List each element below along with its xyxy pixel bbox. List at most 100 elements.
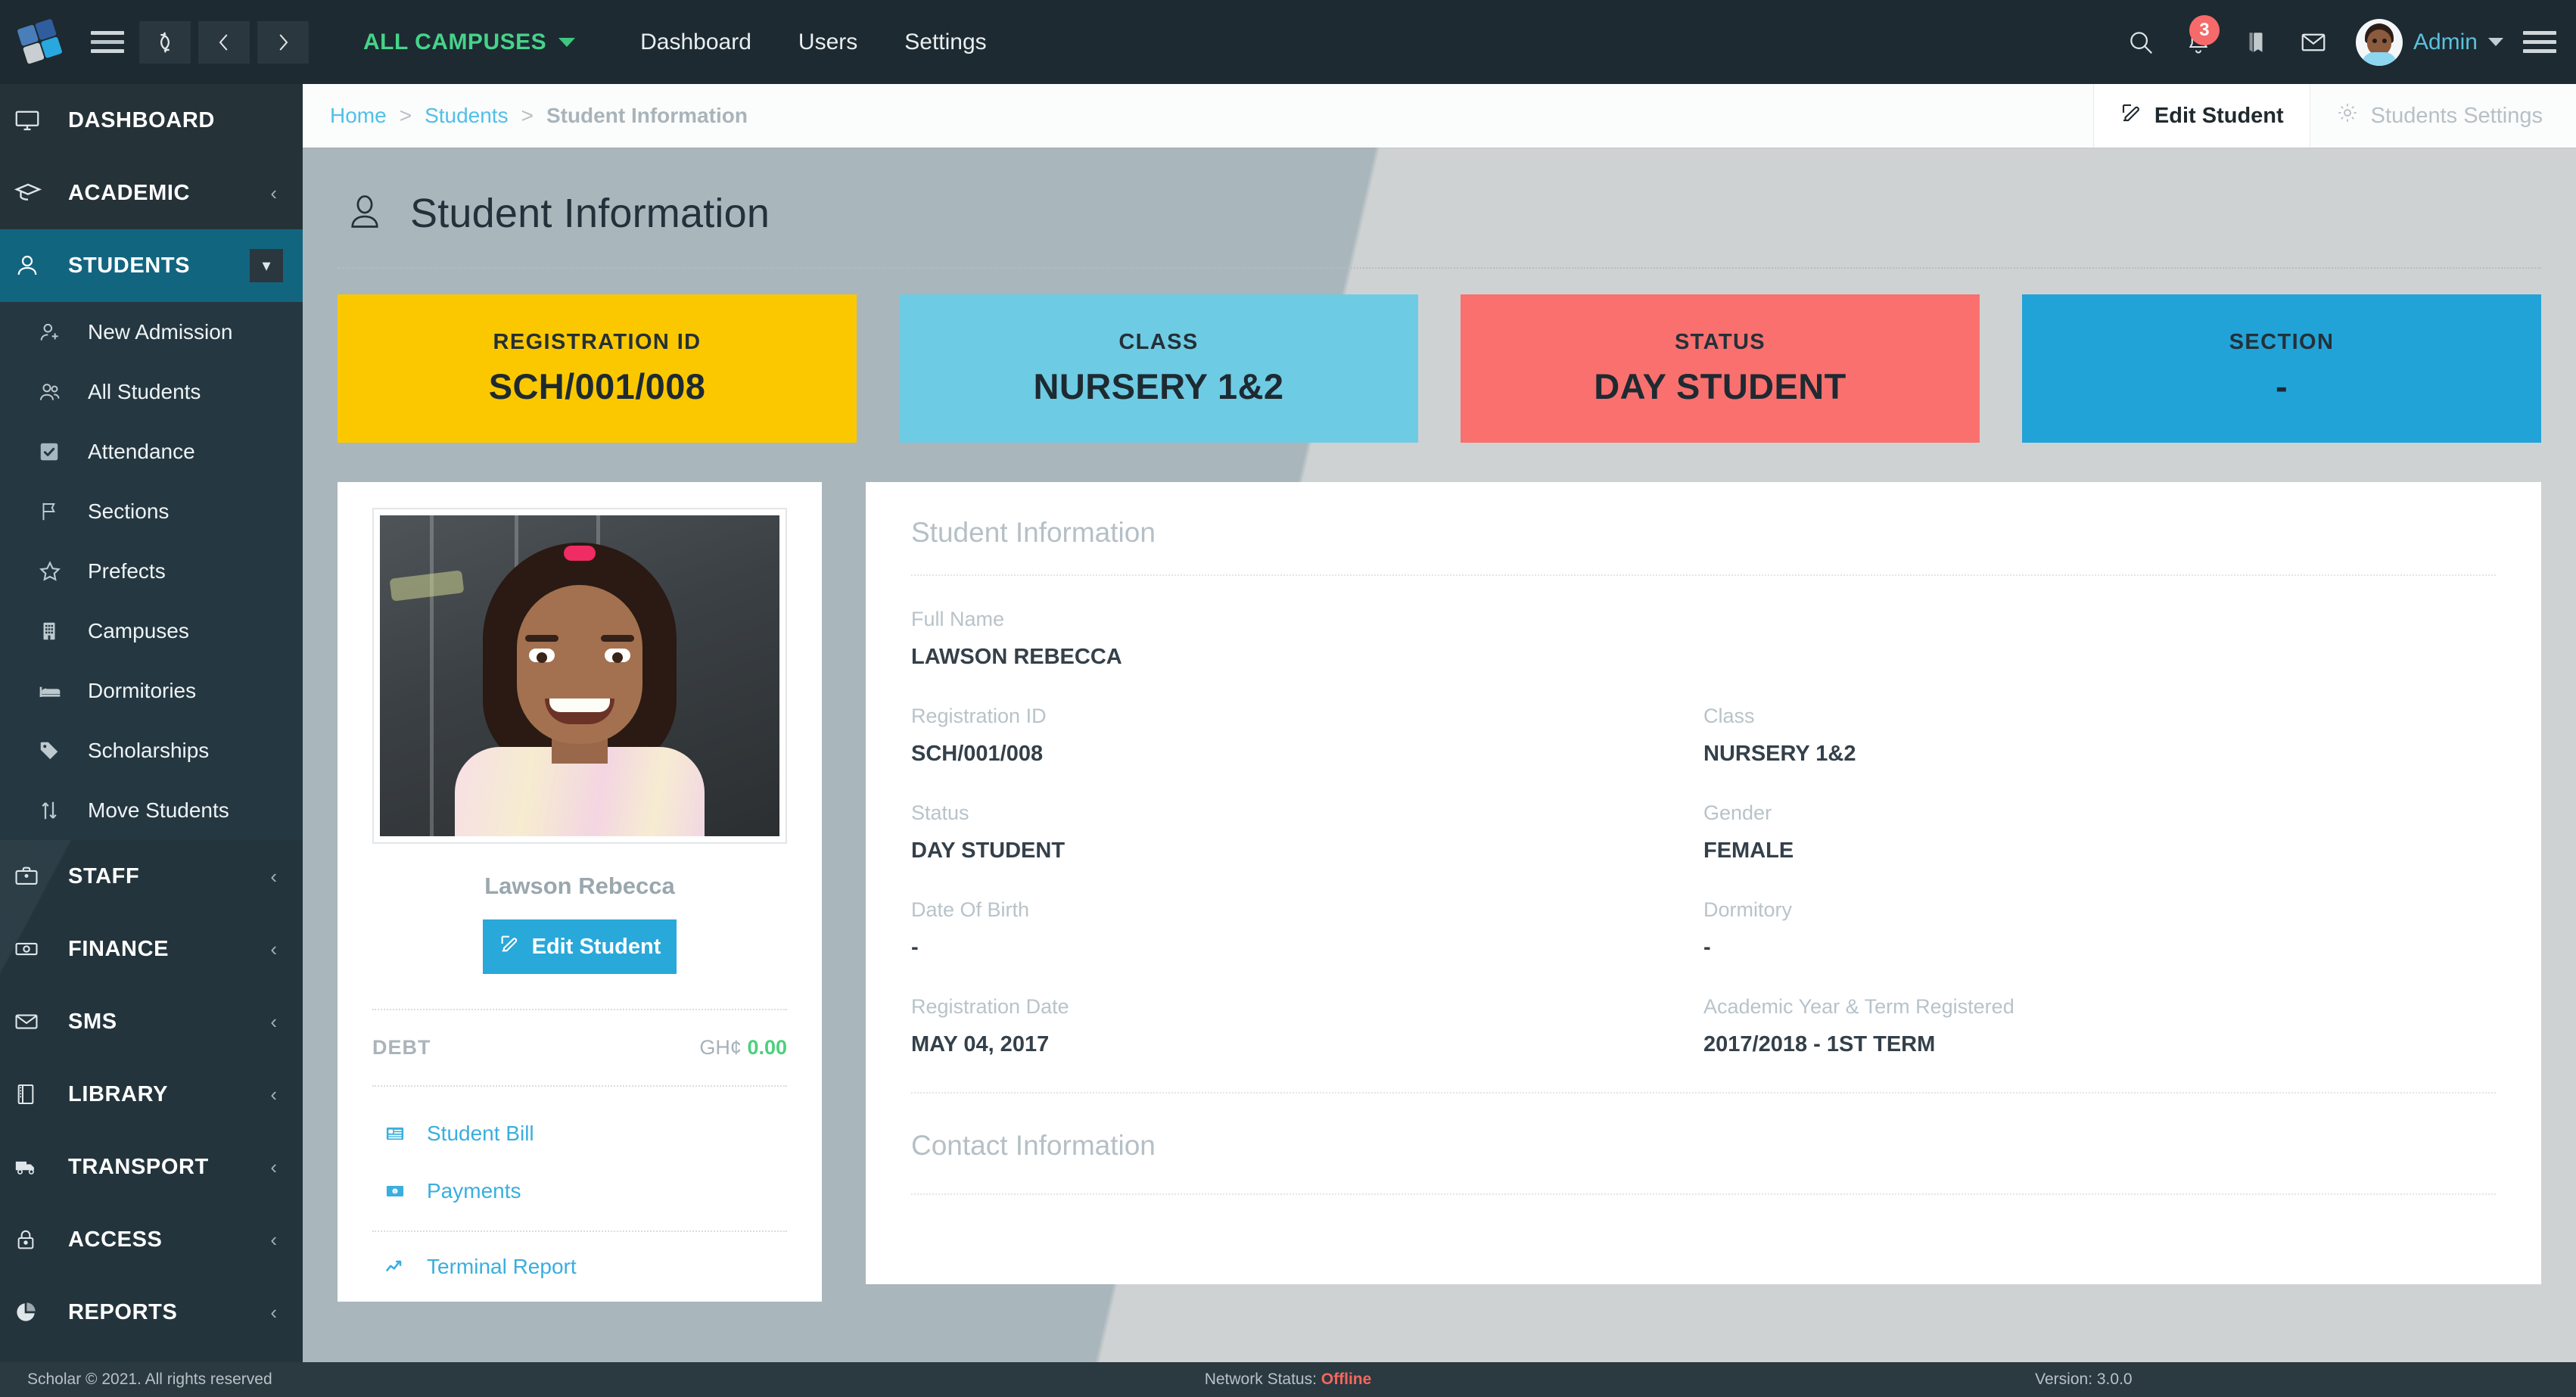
- link-label: Payments: [427, 1179, 521, 1203]
- content-scroll-area[interactable]: Student Information REGISTRATION ID SCH/…: [303, 148, 2576, 1362]
- stat-cards: REGISTRATION ID SCH/001/008 CLASS NURSER…: [338, 294, 2541, 482]
- avatar[interactable]: [2355, 18, 2403, 66]
- field-label: Academic Year & Term Registered: [1703, 995, 2014, 1018]
- hamburger-icon[interactable]: [2523, 31, 2556, 53]
- edit-student-label: Edit Student: [531, 934, 661, 959]
- divider: [911, 574, 2496, 576]
- breadcrumb-current: Student Information: [546, 104, 748, 127]
- breadcrumb: Home > Students > Student Information: [303, 104, 748, 128]
- bell-icon[interactable]: 3: [2170, 0, 2227, 84]
- sidebar-item-finance[interactable]: FINANCE ‹: [0, 913, 303, 985]
- money-icon: 1: [384, 1181, 406, 1202]
- sidebar-students-submenu: New Admission All Students Attendance Se…: [0, 302, 303, 840]
- refresh-icon[interactable]: [139, 20, 191, 64]
- edit-student-button[interactable]: Edit Student: [2092, 84, 2310, 148]
- sidebar-item-label: New Admission: [88, 319, 233, 344]
- svg-text:1: 1: [394, 1190, 396, 1195]
- sidebar-item-reports[interactable]: REPORTS ‹: [0, 1276, 303, 1349]
- mail-icon[interactable]: [2285, 0, 2342, 84]
- divider: [911, 1193, 2496, 1195]
- admin-menu-label[interactable]: Admin: [2413, 30, 2478, 55]
- link-payments[interactable]: 1 Payments: [372, 1168, 787, 1226]
- field-value: -: [1703, 935, 1711, 960]
- sidebar-item-label: STAFF: [68, 863, 140, 888]
- sidebar-item-dashboard[interactable]: DASHBOARD: [0, 84, 303, 157]
- flag-icon: [38, 500, 88, 523]
- footer-network-label: Network Status:: [1204, 1371, 1317, 1388]
- field-value: LAWSON REBECCA: [911, 645, 1122, 669]
- chart-line-icon: [384, 1256, 406, 1277]
- footer-network-status: Network Status: Offline: [1205, 1371, 1372, 1389]
- link-terminal-report[interactable]: Terminal Report: [372, 1232, 787, 1302]
- student-name: Lawson Rebecca: [484, 873, 675, 899]
- field-label: Class: [1703, 705, 1755, 727]
- top-navigation-bar: ALL CAMPUSES Dashboard Users Settings 3: [0, 0, 2576, 84]
- sidebar-item-scholarships[interactable]: Scholarships: [0, 720, 303, 780]
- user-icon: [14, 252, 68, 279]
- check-square-icon: [38, 440, 88, 463]
- breadcrumb-students[interactable]: Students: [425, 104, 509, 128]
- sidebar-item-all-students[interactable]: All Students: [0, 362, 303, 422]
- star-icon: [38, 559, 88, 583]
- field-status: Status DAY STUDENT: [911, 801, 1703, 898]
- sidebar-item-academic[interactable]: ACADEMIC ‹: [0, 157, 303, 229]
- students-settings-button[interactable]: Students Settings: [2310, 84, 2576, 148]
- edit-student-button[interactable]: Edit Student: [483, 919, 677, 974]
- stat-card-label: CLASS: [1118, 330, 1199, 354]
- book-icon[interactable]: [2227, 0, 2285, 84]
- sidebar-item-sms[interactable]: SMS ‹: [0, 985, 303, 1058]
- debt-currency: GH¢: [699, 1036, 742, 1059]
- top-nav-users[interactable]: Users: [798, 30, 857, 55]
- sidebar-item-access[interactable]: ACCESS ‹: [0, 1203, 303, 1276]
- sidebar-item-students[interactable]: STUDENTS ▾: [0, 229, 303, 302]
- chevron-down-icon[interactable]: [2488, 38, 2503, 46]
- notification-badge: 3: [2189, 15, 2220, 45]
- sidebar: DASHBOARD ACADEMIC ‹ STUDENTS ▾ New Admi…: [0, 84, 303, 1362]
- main-content: Home > Students > Student Information Ed…: [303, 84, 2576, 1362]
- sidebar-item-label: LIBRARY: [68, 1081, 169, 1106]
- field-label: Date Of Birth: [911, 898, 1030, 921]
- edit-student-label: Edit Student: [2154, 103, 2284, 128]
- hamburger-icon[interactable]: [83, 31, 132, 53]
- sidebar-item-campuses[interactable]: Campuses: [0, 601, 303, 661]
- app-logo[interactable]: [0, 17, 83, 64]
- stat-card-value: NURSERY 1&2: [1033, 366, 1284, 406]
- stat-card-section: SECTION -: [2022, 294, 2541, 443]
- arrows-updown-icon: [38, 799, 88, 822]
- breadcrumb-home[interactable]: Home: [330, 104, 387, 128]
- breadcrumb-separator: >: [521, 104, 534, 127]
- sidebar-item-label: ACADEMIC: [68, 180, 191, 205]
- sidebar-item-dormitories[interactable]: Dormitories: [0, 661, 303, 720]
- chevron-left-icon[interactable]: [198, 20, 250, 64]
- top-nav-settings[interactable]: Settings: [904, 30, 986, 55]
- gear-icon: [2336, 101, 2359, 130]
- chevron-left-icon: ‹: [270, 181, 277, 204]
- search-icon[interactable]: [2112, 0, 2170, 84]
- chevron-left-icon: ‹: [270, 1010, 277, 1033]
- field-label: Registration Date: [911, 995, 1069, 1018]
- monitor-icon: [14, 107, 68, 134]
- sidebar-item-attendance[interactable]: Attendance: [0, 422, 303, 481]
- sidebar-item-label: Prefects: [88, 558, 166, 583]
- sidebar-item-label: TRANSPORT: [68, 1154, 209, 1179]
- field-registration-date: Registration Date MAY 04, 2017: [911, 995, 1703, 1092]
- chevron-down-icon[interactable]: ▾: [250, 249, 283, 282]
- top-nav-dashboard[interactable]: Dashboard: [640, 30, 751, 55]
- sidebar-item-sections[interactable]: Sections: [0, 481, 303, 541]
- chevron-left-icon: ‹: [270, 1082, 277, 1106]
- top-nav-links: Dashboard Users Settings: [640, 30, 987, 55]
- sidebar-item-new-admission[interactable]: New Admission: [0, 302, 303, 362]
- sidebar-item-library[interactable]: LIBRARY ‹: [0, 1058, 303, 1131]
- sidebar-item-move-students[interactable]: Move Students: [0, 780, 303, 840]
- chevron-right-icon[interactable]: [257, 20, 309, 64]
- field-value: -: [911, 935, 919, 960]
- campus-selector[interactable]: ALL CAMPUSES: [363, 29, 576, 55]
- sidebar-item-prefects[interactable]: Prefects: [0, 541, 303, 601]
- building-icon: [38, 620, 88, 642]
- sidebar-item-label: DASHBOARD: [68, 107, 215, 132]
- stat-card-status: STATUS DAY STUDENT: [1461, 294, 1980, 443]
- sidebar-item-staff[interactable]: STAFF ‹: [0, 840, 303, 913]
- campus-selector-label: ALL CAMPUSES: [363, 29, 547, 54]
- sidebar-item-transport[interactable]: TRANSPORT ‹: [0, 1131, 303, 1203]
- link-student-bill[interactable]: Student Bill: [372, 1111, 787, 1168]
